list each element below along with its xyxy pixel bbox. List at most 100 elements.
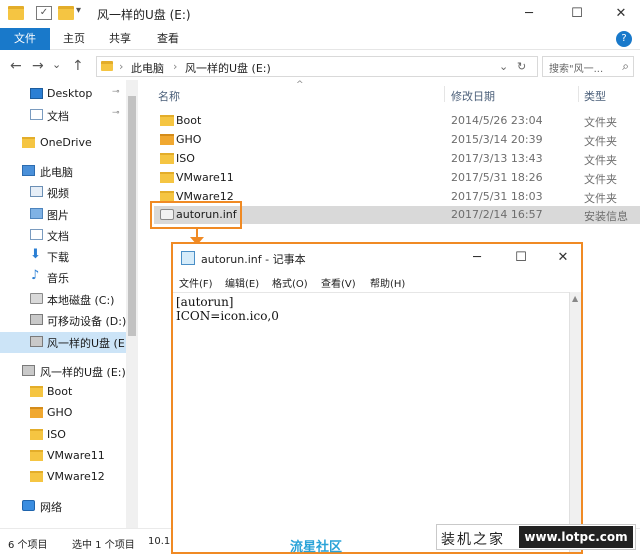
folder-icon bbox=[160, 134, 174, 145]
video-icon bbox=[30, 186, 43, 197]
nav-item-network[interactable]: 网络 bbox=[0, 496, 126, 517]
nav-item-desktop[interactable]: Desktop ⊸ bbox=[0, 84, 126, 105]
nav-label: 音乐 bbox=[47, 272, 69, 285]
tab-file[interactable]: 文件 bbox=[0, 28, 50, 50]
notepad-maximize-button[interactable]: ☐ bbox=[507, 248, 535, 268]
download-icon: ⬇ bbox=[30, 247, 41, 262]
nav-item-videos[interactable]: 视频 bbox=[0, 182, 126, 203]
file-date: 2017/5/31 18:26 bbox=[451, 171, 543, 184]
nav-item-gho[interactable]: GHO bbox=[0, 403, 126, 424]
minimize-button[interactable]: ─ bbox=[514, 4, 544, 24]
address-bar[interactable]: › 此电脑 › 风一样的U盘 (E:) ⌄ ↻ bbox=[96, 56, 538, 77]
selected-count: 选中 1 个项目 bbox=[72, 540, 135, 551]
nav-label: VMware12 bbox=[47, 470, 105, 483]
nav-label: 文档 bbox=[47, 110, 69, 123]
nav-item-documents-pinned[interactable]: 文档 ⊸ bbox=[0, 105, 126, 126]
nav-item-music[interactable]: ♪ 音乐 bbox=[0, 267, 126, 288]
notepad-title-bar: autorun.inf - 记事本 ─ ☐ ✕ bbox=[173, 244, 581, 272]
search-box[interactable]: 搜索"风一... ⌕ bbox=[542, 56, 634, 77]
scrollbar-thumb[interactable] bbox=[128, 96, 136, 336]
menu-format[interactable]: 格式(O) bbox=[272, 275, 308, 290]
watermark-site-name: 装机之家 bbox=[441, 532, 505, 548]
notepad-close-button[interactable]: ✕ bbox=[549, 248, 577, 268]
nav-label: 下载 bbox=[47, 251, 69, 264]
notepad-minimize-button[interactable]: ─ bbox=[463, 248, 491, 268]
nav-item-local-disk-c[interactable]: 本地磁盘 (C:) bbox=[0, 289, 126, 310]
usb-icon bbox=[30, 336, 43, 347]
nav-item-usb-e[interactable]: 风一样的U盘 (E:) bbox=[0, 361, 126, 382]
address-dropdown-icon[interactable]: ⌄ bbox=[499, 60, 508, 73]
nav-scrollbar[interactable] bbox=[126, 80, 138, 528]
search-icon: ⌕ bbox=[622, 59, 629, 73]
notepad-text-area[interactable]: [autorun] ICON=icon.ico,0 bbox=[173, 292, 569, 552]
notepad-window: autorun.inf - 记事本 ─ ☐ ✕ 文件(F) 编辑(E) 格式(O… bbox=[171, 242, 583, 554]
tab-home[interactable]: 主页 bbox=[63, 28, 85, 50]
nav-item-iso[interactable]: ISO bbox=[0, 425, 126, 446]
file-type: 文件夹 bbox=[584, 116, 617, 129]
nav-item-this-pc[interactable]: 此电脑 bbox=[0, 161, 126, 182]
folder-icon bbox=[8, 6, 24, 20]
menu-view[interactable]: 查看(V) bbox=[321, 275, 356, 290]
menu-help[interactable]: 帮助(H) bbox=[370, 275, 405, 290]
nav-item-pictures[interactable]: 图片 bbox=[0, 204, 126, 225]
nav-label: 文档 bbox=[47, 230, 69, 243]
file-name: Boot bbox=[176, 114, 202, 127]
nav-item-boot[interactable]: Boot bbox=[0, 382, 126, 403]
menu-edit[interactable]: 编辑(E) bbox=[225, 275, 259, 290]
nav-item-documents[interactable]: 文档 bbox=[0, 225, 126, 246]
nav-label: 风一样的U盘 (E: bbox=[47, 337, 129, 350]
quick-access-dropdown-icon[interactable]: ▾ bbox=[76, 5, 92, 19]
properties-icon[interactable]: ✓ bbox=[36, 6, 52, 20]
nav-label: 此电脑 bbox=[40, 166, 73, 179]
nav-label: GHO bbox=[47, 406, 73, 419]
nav-item-vmware12[interactable]: VMware12 bbox=[0, 467, 126, 488]
breadcrumb-this-pc[interactable]: 此电脑 bbox=[131, 60, 164, 76]
recent-locations-icon[interactable]: ⌄ bbox=[52, 58, 61, 71]
pin-icon: ⊸ bbox=[112, 108, 120, 118]
refresh-icon[interactable]: ↻ bbox=[517, 60, 526, 73]
nav-label: ISO bbox=[47, 428, 66, 441]
scroll-up-icon[interactable]: ▲ bbox=[572, 294, 578, 303]
file-type: 文件夹 bbox=[584, 173, 617, 186]
search-placeholder: 搜索"风一... bbox=[549, 64, 604, 75]
desktop-icon bbox=[30, 88, 43, 99]
maximize-button[interactable]: ☐ bbox=[562, 4, 592, 24]
tab-share[interactable]: 共享 bbox=[109, 28, 131, 50]
menu-file[interactable]: 文件(F) bbox=[179, 275, 213, 290]
file-type: 文件夹 bbox=[584, 154, 617, 167]
file-row-vmware11[interactable]: VMware11 2017/5/31 18:26 文件夹 bbox=[154, 169, 640, 187]
new-folder-icon[interactable] bbox=[58, 6, 74, 20]
usb-icon bbox=[30, 314, 43, 325]
back-arrow-icon[interactable]: ← bbox=[10, 58, 22, 74]
file-row-gho[interactable]: GHO 2015/3/14 20:39 文件夹 bbox=[154, 131, 640, 149]
nav-item-vmware11[interactable]: VMware11 bbox=[0, 446, 126, 467]
column-divider[interactable] bbox=[578, 86, 579, 102]
column-header-date[interactable]: 修改日期 bbox=[451, 88, 495, 104]
up-arrow-icon[interactable]: ↑ bbox=[72, 58, 84, 74]
file-row-boot[interactable]: Boot 2014/5/26 23:04 文件夹 bbox=[154, 112, 640, 130]
nav-item-removable-d[interactable]: 可移动设备 (D:) bbox=[0, 310, 126, 331]
notepad-scrollbar[interactable]: ▲ bbox=[569, 292, 581, 552]
notepad-icon bbox=[181, 251, 195, 265]
column-divider[interactable] bbox=[444, 86, 445, 102]
watermark-left: 流星社区 bbox=[290, 540, 343, 554]
help-icon[interactable]: ? bbox=[616, 31, 632, 47]
column-header-name[interactable]: 名称 bbox=[158, 88, 180, 104]
drive-icon bbox=[30, 293, 43, 304]
column-header-type[interactable]: 类型 bbox=[584, 88, 606, 104]
file-name: ISO bbox=[176, 152, 195, 165]
file-type: 文件夹 bbox=[584, 192, 617, 205]
breadcrumb-usb-drive[interactable]: 风一样的U盘 (E:) bbox=[185, 60, 271, 76]
selected-size: 10.1 bbox=[148, 536, 171, 547]
tab-view[interactable]: 查看 bbox=[157, 28, 179, 50]
folder-icon bbox=[160, 153, 174, 164]
nav-item-usb-e-selected[interactable]: 风一样的U盘 (E: bbox=[0, 332, 129, 353]
file-date: 2017/3/13 13:43 bbox=[451, 152, 543, 165]
nav-item-onedrive[interactable]: OneDrive bbox=[0, 133, 126, 154]
network-icon bbox=[22, 500, 35, 511]
close-button[interactable]: ✕ bbox=[606, 4, 636, 24]
document-icon bbox=[30, 109, 43, 120]
forward-arrow-icon[interactable]: → bbox=[32, 58, 44, 74]
file-row-iso[interactable]: ISO 2017/3/13 13:43 文件夹 bbox=[154, 150, 640, 168]
nav-item-downloads[interactable]: ⬇ 下载 bbox=[0, 246, 126, 267]
